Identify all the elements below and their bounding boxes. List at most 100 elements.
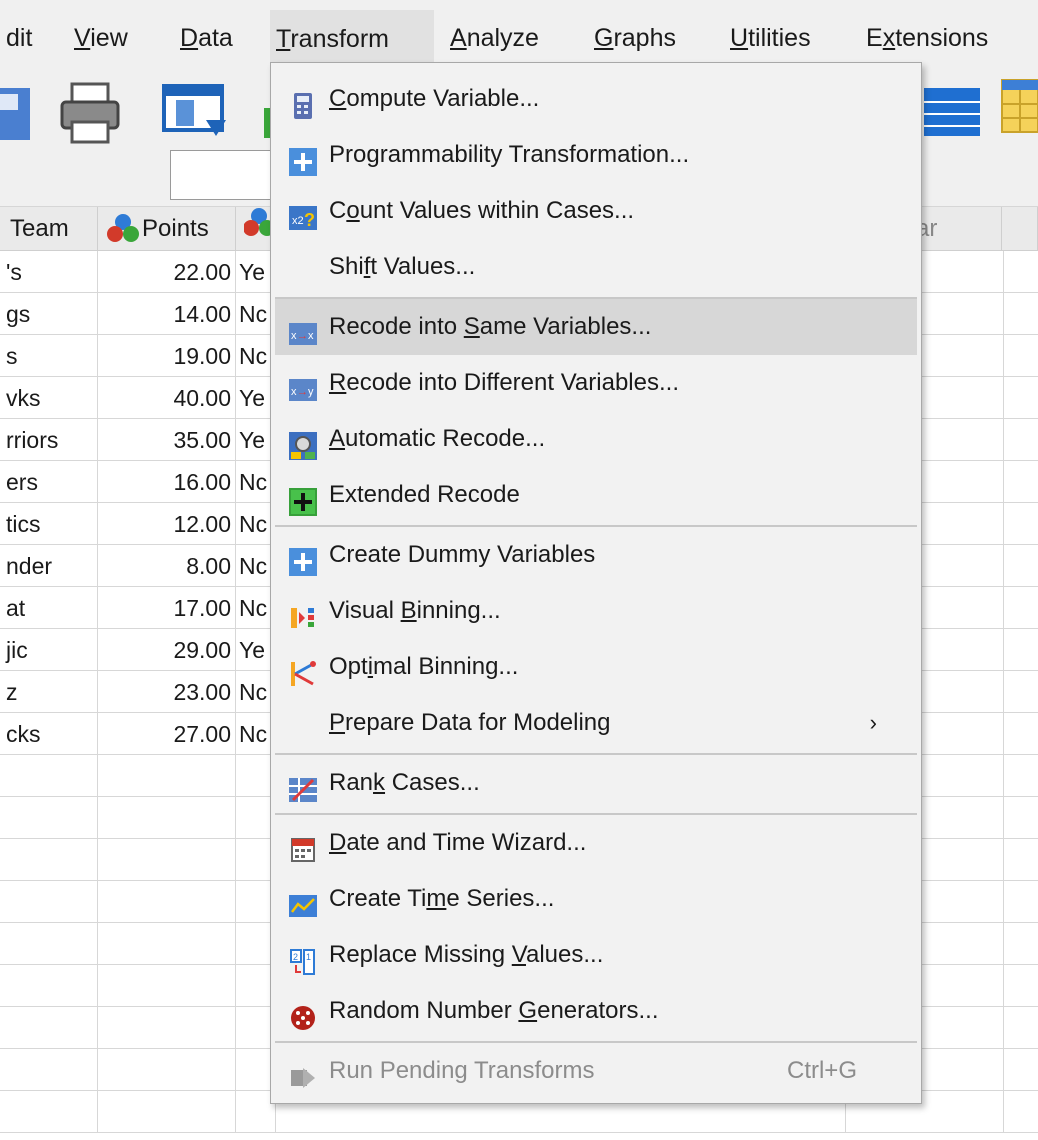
cell-team[interactable]: tics [0,503,98,545]
menu-transform[interactable]: Transform [270,10,434,68]
extended-recode-icon [289,481,317,516]
cell-points[interactable]: 23.00 [98,671,236,713]
menu-replace-missing-values[interactable]: 21 Replace Missing Values... [275,927,917,983]
cell-points[interactable] [98,1049,236,1091]
run-pending-icon [289,1057,317,1088]
cell-points[interactable]: 16.00 [98,461,236,503]
cell-team[interactable]: at [0,587,98,629]
cell-points[interactable] [98,1091,236,1133]
svg-text:y: y [308,386,314,398]
plus-icon [289,541,317,576]
cell-team[interactable] [0,755,98,797]
recode-same-icon: x → x [289,313,317,345]
svg-text:1: 1 [306,952,311,962]
menu-shift-values[interactable]: Shift Values... [275,239,917,295]
goto-data-icon[interactable] [160,80,232,149]
menu-visual-binning[interactable]: Visual Binning... [275,583,917,639]
menu-optimal-binning[interactable]: Optimal Binning... [275,639,917,695]
cell-team[interactable]: cks [0,713,98,755]
menu-graphs[interactable]: Graphs [588,18,682,58]
cell-points[interactable]: 14.00 [98,293,236,335]
cell-team[interactable]: vks [0,377,98,419]
rank-cases-icon [289,769,317,802]
cell-team[interactable] [0,1091,98,1133]
scale-variable-icon [106,213,142,243]
cell-points[interactable]: 12.00 [98,503,236,545]
cell-points[interactable] [98,839,236,881]
menu-analyze[interactable]: Analyze [444,18,545,58]
menu-programmability-transformation[interactable]: Programmability Transformation... [275,127,917,183]
menu-create-dummy-variables[interactable]: Create Dummy Variables [275,527,917,583]
menu-random-number-generators[interactable]: Random Number Generators... [275,983,917,1039]
menu-automatic-recode[interactable]: Automatic Recode... [275,411,917,467]
date-time-icon [289,829,317,862]
column-header-empty[interactable] [1002,207,1038,251]
transform-dropdown-menu: Compute Variable... Programmability Tran… [270,62,922,1104]
cases-grid-icon[interactable] [996,76,1038,141]
svg-text:2: 2 [293,952,298,962]
cell-team[interactable] [0,881,98,923]
visual-binning-icon [289,597,317,628]
column-header-team[interactable]: Team [0,207,98,251]
cell-team[interactable] [0,1049,98,1091]
cell-team[interactable]: rriors [0,419,98,461]
menu-count-values[interactable]: x2? Count Values within Cases... [275,183,917,239]
cell-team[interactable] [0,1007,98,1049]
cell-points[interactable] [98,797,236,839]
cell-points[interactable] [98,755,236,797]
cell-team[interactable]: jic [0,629,98,671]
cell-team[interactable]: ers [0,461,98,503]
cell-points[interactable]: 17.00 [98,587,236,629]
menu-data[interactable]: Data [174,18,239,58]
save-icon[interactable] [0,84,40,149]
cell-team[interactable] [0,797,98,839]
cell-points[interactable] [98,881,236,923]
cell-team[interactable]: 's [0,251,98,293]
cell-points[interactable]: 8.00 [98,545,236,587]
cell-team[interactable] [0,839,98,881]
cell-team[interactable] [0,965,98,1007]
menu-run-pending-transforms[interactable]: Run Pending Transforms Ctrl+G [275,1043,917,1099]
menu-edit[interactable]: dit [0,18,38,58]
menu-recode-different-variables[interactable]: x → y Recode into Different Variables... [275,355,917,411]
cell-points[interactable]: 19.00 [98,335,236,377]
column-header-points[interactable]: Points [98,207,236,251]
svg-text:→: → [297,386,308,398]
time-series-icon [289,885,317,917]
cell-points[interactable] [98,1007,236,1049]
menu-view[interactable]: View [68,18,134,58]
menu-create-time-series[interactable]: Create Time Series... [275,871,917,927]
cell-points[interactable]: 22.00 [98,251,236,293]
cell-team[interactable]: nder [0,545,98,587]
cell-points[interactable] [98,923,236,965]
cell-team[interactable] [0,923,98,965]
replace-missing-icon: 21 [289,941,317,975]
cell-team[interactable]: gs [0,293,98,335]
cell-points[interactable]: 40.00 [98,377,236,419]
menu-extensions[interactable]: Extensions [860,18,994,58]
menu-rank-cases[interactable]: Rank Cases... [275,755,917,811]
menu-date-time-wizard[interactable]: Date and Time Wizard... [275,815,917,871]
optimal-binning-icon [289,653,317,686]
menu-utilities[interactable]: Utilities [724,18,817,58]
cell-points[interactable]: 29.00 [98,629,236,671]
svg-text:x: x [308,330,314,342]
print-icon[interactable] [58,82,122,151]
cell-points[interactable]: 35.00 [98,419,236,461]
svg-text:→: → [297,330,308,342]
variables-grid-icon[interactable] [922,84,986,145]
automatic-recode-icon [289,425,317,460]
menu-recode-same-variables[interactable]: x → x Recode into Same Variables... [275,299,917,355]
recode-different-icon: x → y [289,369,317,401]
calculator-icon [289,85,317,119]
menu-compute-variable[interactable]: Compute Variable... [275,71,917,127]
cell-team[interactable]: z [0,671,98,713]
count-values-icon: x2? [289,197,317,230]
cell-points[interactable]: 27.00 [98,713,236,755]
cell-points[interactable] [98,965,236,1007]
cell-team[interactable]: s [0,335,98,377]
chevron-right-icon: › [869,710,877,735]
menu-prepare-data-for-modeling[interactable]: Prepare Data for Modeling › [275,695,917,751]
menu-extended-recode[interactable]: Extended Recode [275,467,917,523]
svg-text:x2: x2 [292,215,304,227]
